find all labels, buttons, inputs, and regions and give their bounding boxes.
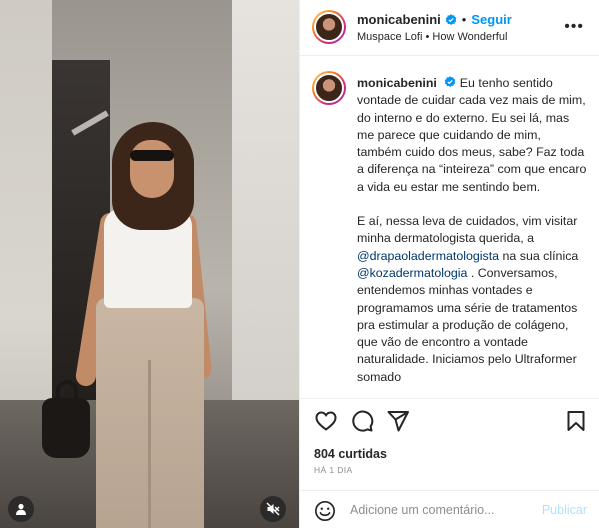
- caption-username[interactable]: monicabenini: [357, 76, 437, 90]
- caption-text-1: Eu tenho sentido vontade de cuidar cada …: [357, 76, 587, 194]
- add-comment-bar: Publicar: [300, 490, 599, 528]
- person-icon: [16, 503, 26, 515]
- post-media[interactable]: [0, 0, 299, 528]
- trousers-seam: [148, 360, 151, 528]
- author-username[interactable]: monicabenini: [357, 12, 441, 27]
- author-avatar[interactable]: [312, 10, 346, 44]
- comments-section[interactable]: monicabenini Eu tenho sentido vontade de…: [300, 57, 599, 397]
- publish-button[interactable]: Publicar: [542, 503, 587, 517]
- separator-dot: •: [461, 12, 467, 27]
- handbag: [42, 398, 90, 458]
- paper-plane-icon[interactable]: [386, 409, 410, 433]
- post-caption: monicabenini Eu tenho sentido vontade de…: [357, 75, 587, 397]
- caption-text-2b: na sua clínica: [499, 248, 579, 263]
- caption-text-2a: E aí, nessa leva de cuidados, vim visita…: [357, 214, 578, 246]
- action-bar: [300, 398, 599, 442]
- smiley-icon[interactable]: [314, 500, 336, 522]
- likes-count[interactable]: 804 curtidas: [314, 447, 387, 461]
- verified-badge-icon: [445, 76, 456, 87]
- verified-badge-icon: [445, 13, 457, 25]
- heart-icon[interactable]: [314, 409, 338, 433]
- more-options-button[interactable]: •••: [564, 18, 584, 36]
- caption-paragraph-1: monicabenini Eu tenho sentido vontade de…: [357, 75, 587, 196]
- speaker-muted-icon: [266, 502, 280, 516]
- post-date[interactable]: HÁ 1 DIA: [314, 465, 353, 475]
- woman-face: [130, 140, 174, 198]
- post-header: monicabenini • Seguir Muspace Lofi • How…: [300, 0, 599, 56]
- bookmark-icon[interactable]: [564, 409, 588, 433]
- author-line: monicabenini • Seguir: [357, 12, 512, 27]
- mention-link-dermatologist[interactable]: @drapaoladermatologista: [357, 249, 499, 263]
- caption-paragraph-2: E aí, nessa leva de cuidados, vim visita…: [357, 213, 587, 386]
- audio-track-link[interactable]: Muspace Lofi • How Wonderful: [357, 31, 507, 43]
- caption-author-avatar[interactable]: [312, 71, 346, 105]
- woman-sunglasses: [130, 150, 174, 161]
- mute-button[interactable]: [260, 496, 286, 522]
- mention-link-clinic[interactable]: @kozadermatologia: [357, 266, 467, 280]
- follow-button[interactable]: Seguir: [471, 12, 511, 27]
- caption-text-2c: . Conversamos, entendemos minhas vontade…: [357, 265, 578, 384]
- user-tags-button[interactable]: [8, 496, 34, 522]
- comment-input[interactable]: [350, 500, 540, 520]
- post-details-panel: monicabenini • Seguir Muspace Lofi • How…: [299, 0, 599, 528]
- comment-icon[interactable]: [350, 409, 374, 433]
